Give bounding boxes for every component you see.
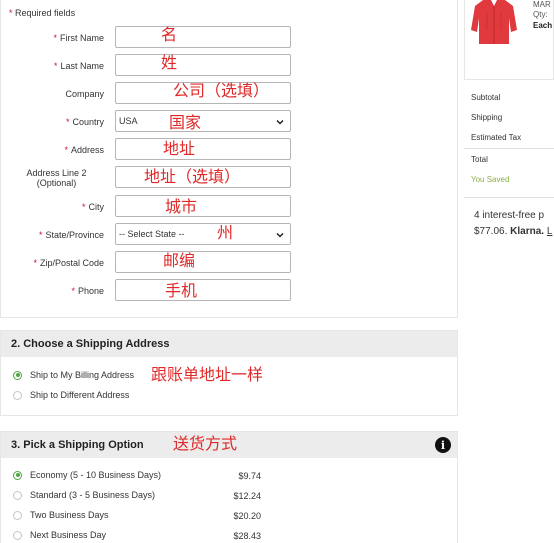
state-select[interactable]: -- Select State -- — [115, 223, 291, 245]
state-select-value: -- Select State -- — [119, 229, 185, 239]
first-name-label: * First Name — [53, 33, 104, 43]
address-label-text: Address — [70, 145, 104, 155]
two-day-label: Two Business Days — [30, 510, 109, 520]
klarna-logo: Klarna. — [510, 226, 545, 237]
address2-label: Address Line 2 (Optional) — [9, 166, 104, 190]
standard-option[interactable]: Standard (3 - 5 Business Days) — [13, 486, 155, 504]
klarna-line: 4 interest-free p — [474, 210, 545, 221]
state-label-text: State/Province — [45, 230, 104, 240]
shipping-address-section: 2. Choose a Shipping Address Ship to My … — [0, 330, 458, 416]
last-name-note: 姓 — [161, 53, 178, 72]
address-note: 地址 — [163, 139, 196, 158]
address-label: * Address — [64, 145, 104, 155]
first-name-input[interactable] — [115, 26, 291, 48]
shipping-address-note: 跟账单地址一样 — [151, 365, 264, 384]
product-card: MAR Qty: Each — [464, 0, 554, 80]
city-input[interactable] — [115, 195, 291, 217]
phone-label: * Phone — [71, 286, 104, 296]
first-name-note: 名 — [161, 25, 178, 44]
radio-checked[interactable] — [13, 370, 22, 380]
red-jacket-image — [471, 0, 517, 44]
order-summary: MAR Qty: Each Subtotal Shipping Estimate… — [464, 0, 554, 543]
total-label: Total — [471, 155, 488, 164]
company-label-text: Company — [65, 89, 104, 99]
required-fields-note: * Required fields — [9, 8, 76, 18]
next-day-label: Next Business Day — [30, 530, 107, 540]
product-each-line: Each — [533, 21, 553, 30]
economy-option[interactable]: Economy (5 - 10 Business Days) — [13, 466, 161, 484]
state-label: * State/Province — [38, 230, 104, 240]
company-note: 公司（选填） — [173, 81, 270, 100]
zip-row: * Zip/Postal Code — [1, 251, 459, 275]
state-note: 州 — [217, 223, 234, 242]
ship-to-different-option[interactable]: Ship to Different Address — [13, 386, 129, 404]
phone-label-text: Phone — [77, 286, 104, 296]
product-name-line: MAR — [533, 0, 551, 9]
country-note: 国家 — [169, 113, 202, 132]
address-row: * Address — [1, 138, 459, 162]
last-name-input[interactable] — [115, 54, 291, 76]
city-note: 城市 — [165, 197, 198, 216]
radio-unchecked[interactable] — [13, 390, 22, 400]
billing-section: * Required fields * First Name 名 * Last Na… — [0, 0, 458, 318]
economy-price: $9.74 — [238, 471, 261, 481]
country-select-value: USA — [119, 116, 138, 126]
address2-note: 地址（选填） — [144, 167, 241, 186]
two-day-price: $20.20 — [233, 511, 261, 521]
city-row: * City — [1, 195, 459, 219]
last-name-row: * Last Name — [1, 54, 459, 78]
address2-label-text: Address Line 2 (Optional) — [26, 168, 87, 188]
two-day-option[interactable]: Two Business Days — [13, 506, 109, 524]
radio-unchecked[interactable] — [13, 530, 22, 540]
zip-input[interactable] — [115, 251, 291, 273]
you-saved-label: You Saved — [471, 175, 510, 184]
zip-label: * Zip/Postal Code — [33, 258, 104, 268]
shipping-option-section: 3. Pick a Shipping Option 送货方式 i Economy… — [0, 431, 458, 543]
country-row: * Country USA — [1, 110, 459, 134]
country-select[interactable]: USA — [115, 110, 291, 132]
subtotal-label: Subtotal — [471, 93, 501, 102]
city-label: * City — [81, 202, 105, 212]
chevron-down-icon — [276, 119, 284, 125]
radio-unchecked[interactable] — [13, 510, 22, 520]
next-day-price: $28.43 — [233, 531, 261, 541]
last-name-label: * Last Name — [53, 61, 104, 71]
klarna-learn-more-link[interactable]: L — [547, 226, 553, 237]
ship-to-billing-option[interactable]: Ship to My Billing Address — [13, 366, 134, 384]
shipping-address-title: 2. Choose a Shipping Address — [1, 331, 457, 357]
phone-input[interactable] — [115, 279, 291, 301]
country-label-text: Country — [72, 117, 104, 127]
ship-to-different-label: Ship to Different Address — [30, 390, 130, 400]
standard-price: $12.24 — [233, 491, 261, 501]
company-label: Company — [65, 82, 104, 106]
standard-label: Standard (3 - 5 Business Days) — [30, 490, 156, 500]
required-fields-text: Required fields — [15, 8, 76, 18]
zip-label-text: Zip/Postal Code — [39, 258, 104, 268]
checkout-form: * Required fields * First Name 名 * Last Na… — [0, 0, 458, 543]
ship-to-billing-label: Ship to My Billing Address — [30, 370, 135, 380]
summary-divider — [464, 197, 554, 198]
country-label: * Country — [65, 117, 104, 127]
summary-divider — [464, 148, 554, 149]
city-label-text: City — [88, 202, 105, 212]
klarna-amount-line: $77.06. Klarna. L — [474, 226, 552, 237]
address-input[interactable] — [115, 138, 291, 160]
shipping-option-note: 送货方式 — [173, 434, 238, 453]
klarna-amount: $77.06. — [474, 226, 508, 237]
phone-row: * Phone — [1, 279, 459, 303]
first-name-label-text: First Name — [59, 33, 104, 43]
radio-checked[interactable] — [13, 470, 22, 480]
estimated-tax-label: Estimated Tax — [471, 133, 522, 142]
next-day-option[interactable]: Next Business Day — [13, 526, 106, 543]
product-qty-line: Qty: — [533, 10, 548, 19]
chevron-down-icon — [276, 232, 284, 238]
first-name-row: * First Name — [1, 26, 459, 50]
economy-label: Economy (5 - 10 Business Days) — [30, 470, 162, 480]
shipping-label: Shipping — [471, 113, 503, 122]
last-name-label-text: Last Name — [60, 61, 104, 71]
info-icon[interactable]: i — [435, 437, 451, 453]
phone-note: 手机 — [165, 281, 198, 300]
radio-unchecked[interactable] — [13, 490, 22, 500]
zip-note: 邮编 — [163, 251, 196, 270]
